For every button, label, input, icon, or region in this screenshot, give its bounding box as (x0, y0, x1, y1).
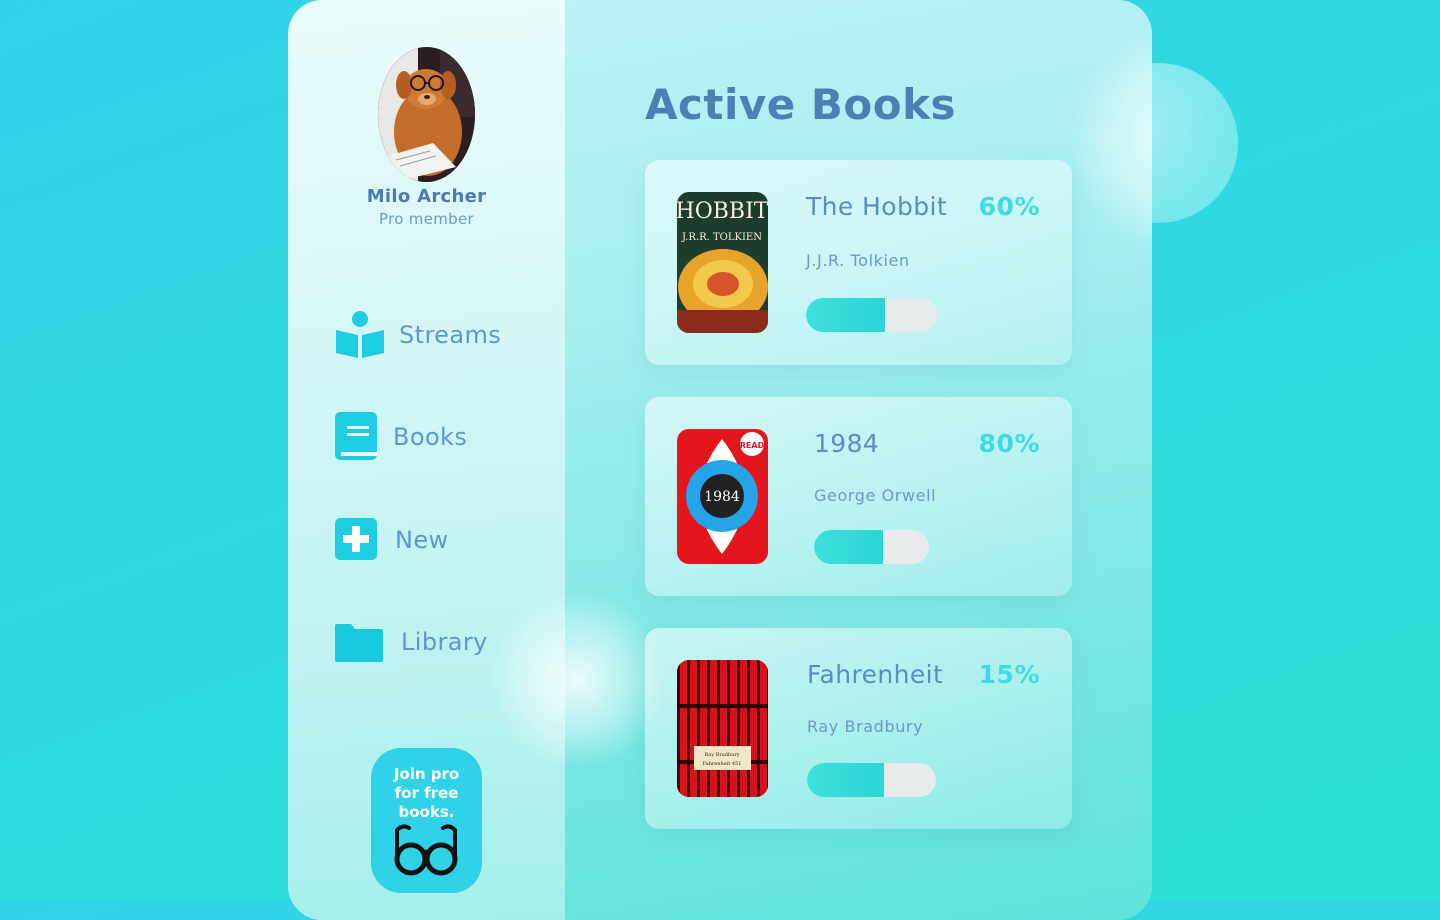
decorative-glow (1068, 20, 1152, 260)
progress-bar (806, 298, 937, 332)
glasses-icon (393, 824, 459, 880)
user-name: Milo Archer (366, 186, 487, 207)
page-title: Active Books (645, 80, 957, 129)
book-progress-percent: 60% (978, 192, 1040, 221)
dog-with-glasses-avatar-icon (378, 47, 475, 182)
book-title: The Hobbit (806, 192, 948, 221)
progress-fill (807, 763, 885, 797)
svg-text:HOBBIT: HOBBIT (677, 199, 768, 224)
avatar[interactable] (378, 47, 475, 182)
reader-icon (335, 310, 385, 360)
svg-text:1984: 1984 (704, 489, 740, 505)
decorative-glow (488, 590, 668, 770)
user-role: Pro member (379, 210, 474, 228)
svg-text:READ: READ (740, 441, 765, 450)
promo-text: Join pro for free books. (371, 765, 482, 822)
nav-label-books: Books (393, 423, 468, 451)
progress-fill (814, 530, 883, 564)
book-cover: READ 1984 (677, 429, 768, 564)
nav-item-books[interactable]: Books (335, 412, 467, 462)
promo-line-3: books. (398, 803, 455, 821)
book-cover: Ray Bradbury Fahrenheit 451 (677, 660, 768, 797)
progress-bar (807, 763, 936, 797)
book-author: J.J.R. Tolkien (806, 251, 910, 270)
book-cover: HOBBIT J.R.R. TOLKIEN (677, 192, 768, 333)
book-title: 1984 (814, 429, 880, 458)
book-card-hobbit[interactable]: HOBBIT J.R.R. TOLKIEN The Hobbit 60% J.J… (645, 160, 1072, 365)
nav-label-new: New (395, 526, 449, 554)
svg-text:J.R.R. TOLKIEN: J.R.R. TOLKIEN (681, 232, 762, 243)
promo-line-1: Join pro (393, 765, 460, 783)
book-author: George Orwell (814, 486, 937, 505)
book-card-1984[interactable]: READ 1984 1984 80% George Orwell (645, 397, 1072, 596)
nav-item-library[interactable]: Library (335, 622, 488, 662)
promo-line-2: for free (394, 784, 459, 802)
book-progress-percent: 15% (978, 660, 1040, 689)
plus-square-icon (335, 518, 379, 562)
nav-item-streams[interactable]: Streams (335, 310, 501, 360)
nav-label-library: Library (401, 628, 488, 656)
svg-text:Fahrenheit 451: Fahrenheit 451 (703, 761, 742, 767)
app-window: Milo Archer Pro member Streams Books New… (288, 0, 1152, 920)
nav-item-new[interactable]: New (335, 518, 449, 562)
book-progress-percent: 80% (978, 429, 1040, 458)
join-pro-button[interactable]: Join pro for free books. (371, 748, 482, 893)
book-title: Fahrenheit (807, 660, 944, 689)
nav-label-streams: Streams (399, 321, 502, 349)
progress-bar (814, 530, 929, 564)
svg-text:Ray Bradbury: Ray Bradbury (704, 752, 739, 758)
folder-icon (335, 622, 385, 662)
book-author: Ray Bradbury (807, 717, 924, 736)
sidebar: Milo Archer Pro member Streams Books New… (288, 0, 565, 920)
progress-fill (806, 298, 885, 332)
book-card-fahrenheit[interactable]: Ray Bradbury Fahrenheit 451 Fahrenheit 1… (645, 628, 1072, 829)
book-icon (335, 412, 379, 462)
